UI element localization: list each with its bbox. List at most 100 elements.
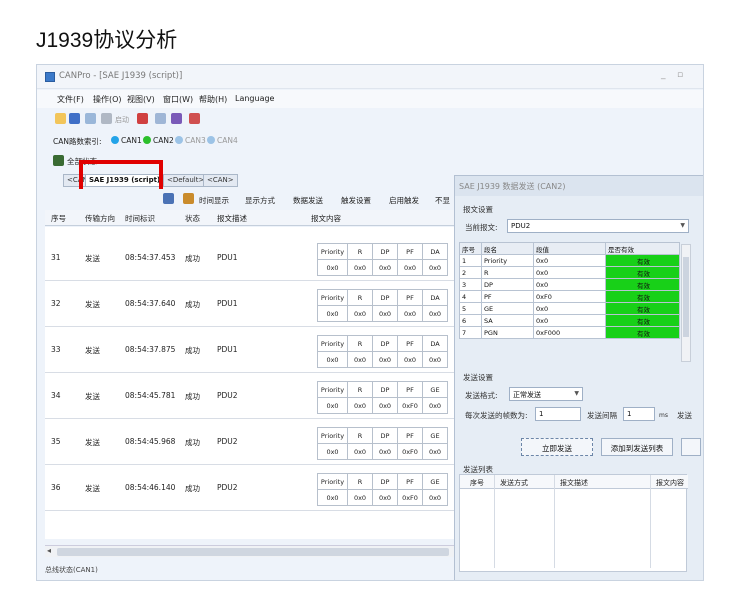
channel-dot-icon[interactable]: [143, 136, 151, 144]
field-name: R: [347, 243, 373, 260]
tool-time-display[interactable]: 时间显示: [199, 195, 229, 206]
table-row[interactable]: 36 发送 08:54:46.140 成功 PDU2 Priority R DP PF GE 0x0…: [45, 465, 457, 511]
help-icon[interactable]: [189, 113, 200, 124]
maximize-icon[interactable]: ▫: [677, 70, 683, 80]
field-value: 0x0: [347, 489, 373, 506]
param-row[interactable]: 7 PGN 0xF000 有效: [459, 326, 680, 339]
param-name: DP: [481, 278, 534, 291]
param-row[interactable]: 6 SA 0x0 有效: [459, 314, 680, 327]
param-row[interactable]: 5 GE 0x0 有效: [459, 302, 680, 315]
sl-col-no[interactable]: 序号: [470, 478, 484, 488]
field-value: 0x0: [317, 443, 348, 460]
tab-can-right[interactable]: <CAN>: [203, 174, 238, 187]
add-to-list-button[interactable]: 添加到发送列表: [601, 438, 673, 456]
param-valid: 有效: [605, 266, 680, 279]
channel-dot-icon[interactable]: [175, 136, 183, 144]
sl-col-mode[interactable]: 发送方式: [500, 478, 528, 488]
field-value: 0x0: [317, 351, 348, 368]
row-time: 08:54:37.453: [125, 253, 176, 262]
tool-data-send[interactable]: 数据发送: [293, 195, 323, 206]
channel-can2[interactable]: CAN2: [153, 136, 174, 145]
current-msg-select[interactable]: PDU2 ▼: [507, 219, 689, 233]
export-icon[interactable]: [171, 113, 182, 124]
row-direction: 发送: [85, 254, 100, 263]
sl-col-desc[interactable]: 报文描述: [560, 478, 588, 488]
interval-input[interactable]: 1: [623, 407, 655, 421]
col-content[interactable]: 报文内容: [311, 213, 341, 224]
field-name: Priority: [317, 243, 348, 260]
param-no: 5: [459, 302, 482, 315]
menu-operate[interactable]: 操作(O): [93, 94, 122, 105]
menu-language[interactable]: Language: [235, 94, 274, 103]
channel-dot-icon[interactable]: [207, 136, 215, 144]
tool-display-mode[interactable]: 显示方式: [245, 195, 275, 206]
save-icon[interactable]: [69, 113, 80, 124]
col-time[interactable]: 时间标识: [125, 213, 155, 224]
param-row[interactable]: 2 R 0x0 有效: [459, 266, 680, 279]
field-name: R: [347, 427, 373, 444]
col-direction[interactable]: 传输方向: [85, 213, 115, 224]
minimize-icon[interactable]: _: [661, 70, 666, 80]
param-row[interactable]: 3 DP 0x0 有效: [459, 278, 680, 291]
table-row[interactable]: 33 发送 08:54:37.875 成功 PDU1 Priority R DP PF DA 0x0…: [45, 327, 457, 373]
channel-dot-icon[interactable]: [111, 136, 119, 144]
horizontal-scrollbar[interactable]: ◂: [45, 545, 457, 557]
save-icon[interactable]: [163, 193, 174, 204]
col-description[interactable]: 报文描述: [217, 213, 247, 224]
table-row[interactable]: 34 发送 08:54:45.781 成功 PDU2 Priority R DP PF GE 0x0…: [45, 373, 457, 419]
channel-can4[interactable]: CAN4: [217, 136, 238, 145]
field-name: R: [347, 335, 373, 352]
field-value: 0x0: [372, 305, 398, 322]
param-row[interactable]: 1 Priority 0x0 有效: [459, 254, 680, 267]
menu-help[interactable]: 帮助(H): [199, 94, 227, 105]
settings-icon[interactable]: [85, 113, 96, 124]
tool-hide[interactable]: 不显: [435, 195, 450, 206]
field-value: 0x0: [372, 397, 398, 414]
table-row[interactable]: 32 发送 08:54:37.640 成功 PDU1 Priority R DP PF DA 0x0…: [45, 281, 457, 327]
app-window: CANPro - [SAE J1939 (script)] _ ▫ 文件(F) …: [36, 64, 704, 581]
menu-file[interactable]: 文件(F): [57, 94, 84, 105]
bus-status: 总线状态(CAN1): [45, 566, 98, 574]
tool-enable-trigger[interactable]: 启用触发: [389, 195, 419, 206]
frames-label: 每次发送的帧数为:: [465, 411, 528, 420]
row-description: PDU1: [217, 345, 238, 354]
scroll-left-icon[interactable]: ◂: [47, 546, 51, 555]
open-icon[interactable]: [55, 113, 66, 124]
row-time: 08:54:37.640: [125, 299, 176, 308]
field-value: 0x0: [422, 305, 448, 322]
row-status: 成功: [185, 346, 200, 355]
send-dialog: SAE J1939 数据发送 (CAN2) 报文设置 当前报文: PDU2 ▼ …: [454, 175, 703, 580]
field-name: GE: [422, 381, 448, 398]
status-icon[interactable]: [53, 155, 64, 166]
params-scrollbar[interactable]: [681, 244, 691, 362]
clock-icon[interactable]: [183, 193, 194, 204]
send-mode-select[interactable]: 正常发送 ▼: [509, 387, 583, 401]
sl-col-content[interactable]: 报文内容: [656, 478, 684, 488]
menu-view[interactable]: 视图(V): [127, 94, 155, 105]
col-no[interactable]: 序号: [51, 213, 66, 224]
channel-can1[interactable]: CAN1: [121, 136, 142, 145]
field-name: DP: [372, 473, 398, 490]
tool-icon[interactable]: [155, 113, 166, 124]
send-now-button[interactable]: 立即发送: [521, 438, 593, 456]
more-button[interactable]: [681, 438, 701, 456]
table-row[interactable]: 35 发送 08:54:45.968 成功 PDU2 Priority R DP PF GE 0x0…: [45, 419, 457, 465]
field-value: 0x0: [347, 351, 373, 368]
channel-can3[interactable]: CAN3: [185, 136, 206, 145]
tool-trigger-settings[interactable]: 触发设置: [341, 195, 371, 206]
row-status: 成功: [185, 484, 200, 493]
start-icon[interactable]: [101, 113, 112, 124]
row-description: PDU1: [217, 253, 238, 262]
frames-input[interactable]: 1: [535, 407, 581, 421]
chevron-down-icon: ▼: [574, 390, 579, 397]
field-name: DP: [372, 243, 398, 260]
col-status[interactable]: 状态: [185, 213, 200, 224]
param-row[interactable]: 4 PF 0xF0 有效: [459, 290, 680, 303]
stop-icon[interactable]: [137, 113, 148, 124]
start-label[interactable]: 启动: [115, 115, 129, 125]
menu-window[interactable]: 窗口(W): [163, 94, 193, 105]
tab-default[interactable]: <Default>: [163, 174, 209, 187]
field-name: PF: [397, 243, 423, 260]
table-row[interactable]: 31 发送 08:54:37.453 成功 PDU1 Priority R DP PF DA 0x0…: [45, 235, 457, 281]
scroll-thumb[interactable]: [57, 548, 449, 556]
